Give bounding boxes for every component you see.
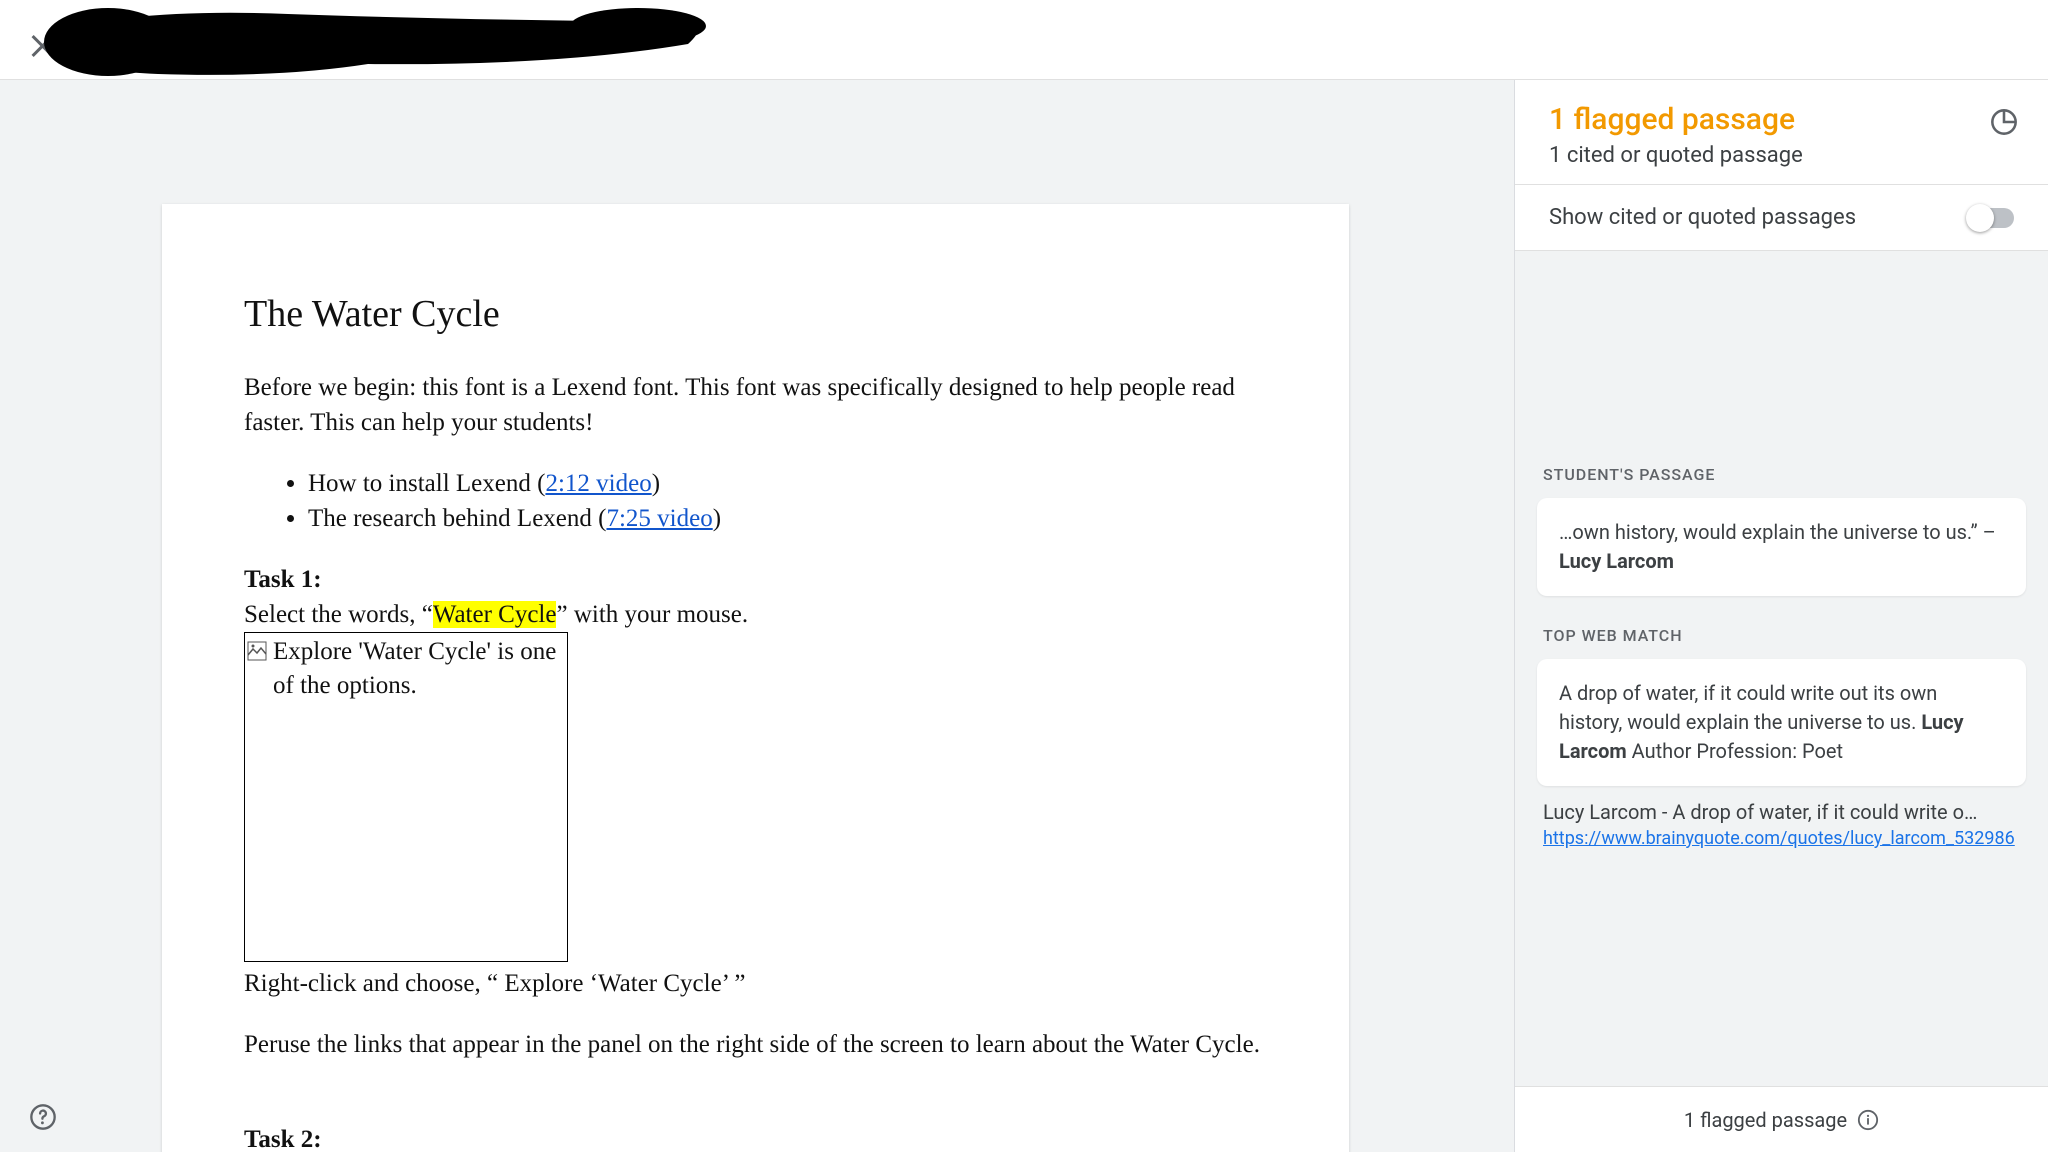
task1-line2: Right-click and choose, “ Explore ‘Water… [244, 966, 1267, 1001]
info-icon[interactable] [1857, 1109, 1879, 1131]
broken-image-placeholder: Explore 'Water Cycle' is one of the opti… [244, 632, 568, 962]
web-match-card[interactable]: A drop of water, if it could write out i… [1537, 659, 2026, 786]
panel-footer: 1 flagged passage [1515, 1086, 2048, 1152]
toggle-label: Show cited or quoted passages [1549, 205, 1856, 230]
student-passage-label: STUDENT'S PASSAGE [1543, 465, 2020, 484]
student-passage-card[interactable]: …own history, would explain the universe… [1537, 498, 2026, 596]
close-icon[interactable] [28, 32, 56, 60]
task1-label: Task 1: [244, 566, 322, 593]
page-title: The Water Cycle [244, 292, 1267, 336]
video-link-research[interactable]: 7:25 video [606, 505, 712, 532]
toggle-row: Show cited or quoted passages [1515, 185, 2048, 251]
footer-text: 1 flagged passage [1684, 1108, 1847, 1132]
top-web-match-label: TOP WEB MATCH [1543, 626, 2020, 645]
redaction-mark [38, 4, 718, 86]
top-bar [0, 0, 2048, 80]
toggle-switch[interactable] [1968, 208, 2014, 228]
help-button[interactable] [28, 1102, 58, 1132]
source-url[interactable]: https://www.brainyquote.com/quotes/lucy_… [1543, 828, 2015, 849]
help-icon [29, 1103, 57, 1131]
bullet-list: How to install Lexend (2:12 video) The r… [308, 466, 1267, 536]
video-link-install[interactable]: 2:12 video [545, 470, 651, 497]
intro-paragraph: Before we begin: this font is a Lexend f… [244, 370, 1267, 440]
document-stage: The Water Cycle Before we begin: this fo… [0, 80, 1514, 1152]
list-item: How to install Lexend (2:12 video) [308, 466, 1267, 501]
flagged-title: 1 flagged passage [1549, 102, 2014, 137]
panel-header: 1 flagged passage 1 cited or quoted pass… [1515, 80, 2048, 185]
task1-line3: Peruse the links that appear in the pane… [244, 1027, 1267, 1062]
list-item: The research behind Lexend (7:25 video) [308, 501, 1267, 536]
panel-body: STUDENT'S PASSAGE …own history, would ex… [1515, 251, 2048, 1152]
document-page: The Water Cycle Before we begin: this fo… [162, 204, 1349, 1152]
image-alt-text: Explore 'Water Cycle' is one of the opti… [273, 635, 565, 703]
chart-icon[interactable] [1990, 108, 2018, 136]
flagged-subtitle: 1 cited or quoted passage [1549, 143, 2014, 168]
broken-image-icon [247, 641, 267, 661]
task2-label: Task 2: [244, 1126, 322, 1152]
originality-panel: 1 flagged passage 1 cited or quoted pass… [1514, 80, 2048, 1152]
source-title: Lucy Larcom - A drop of water, if it cou… [1543, 800, 2020, 824]
highlighted-text: Water Cycle [433, 601, 557, 628]
